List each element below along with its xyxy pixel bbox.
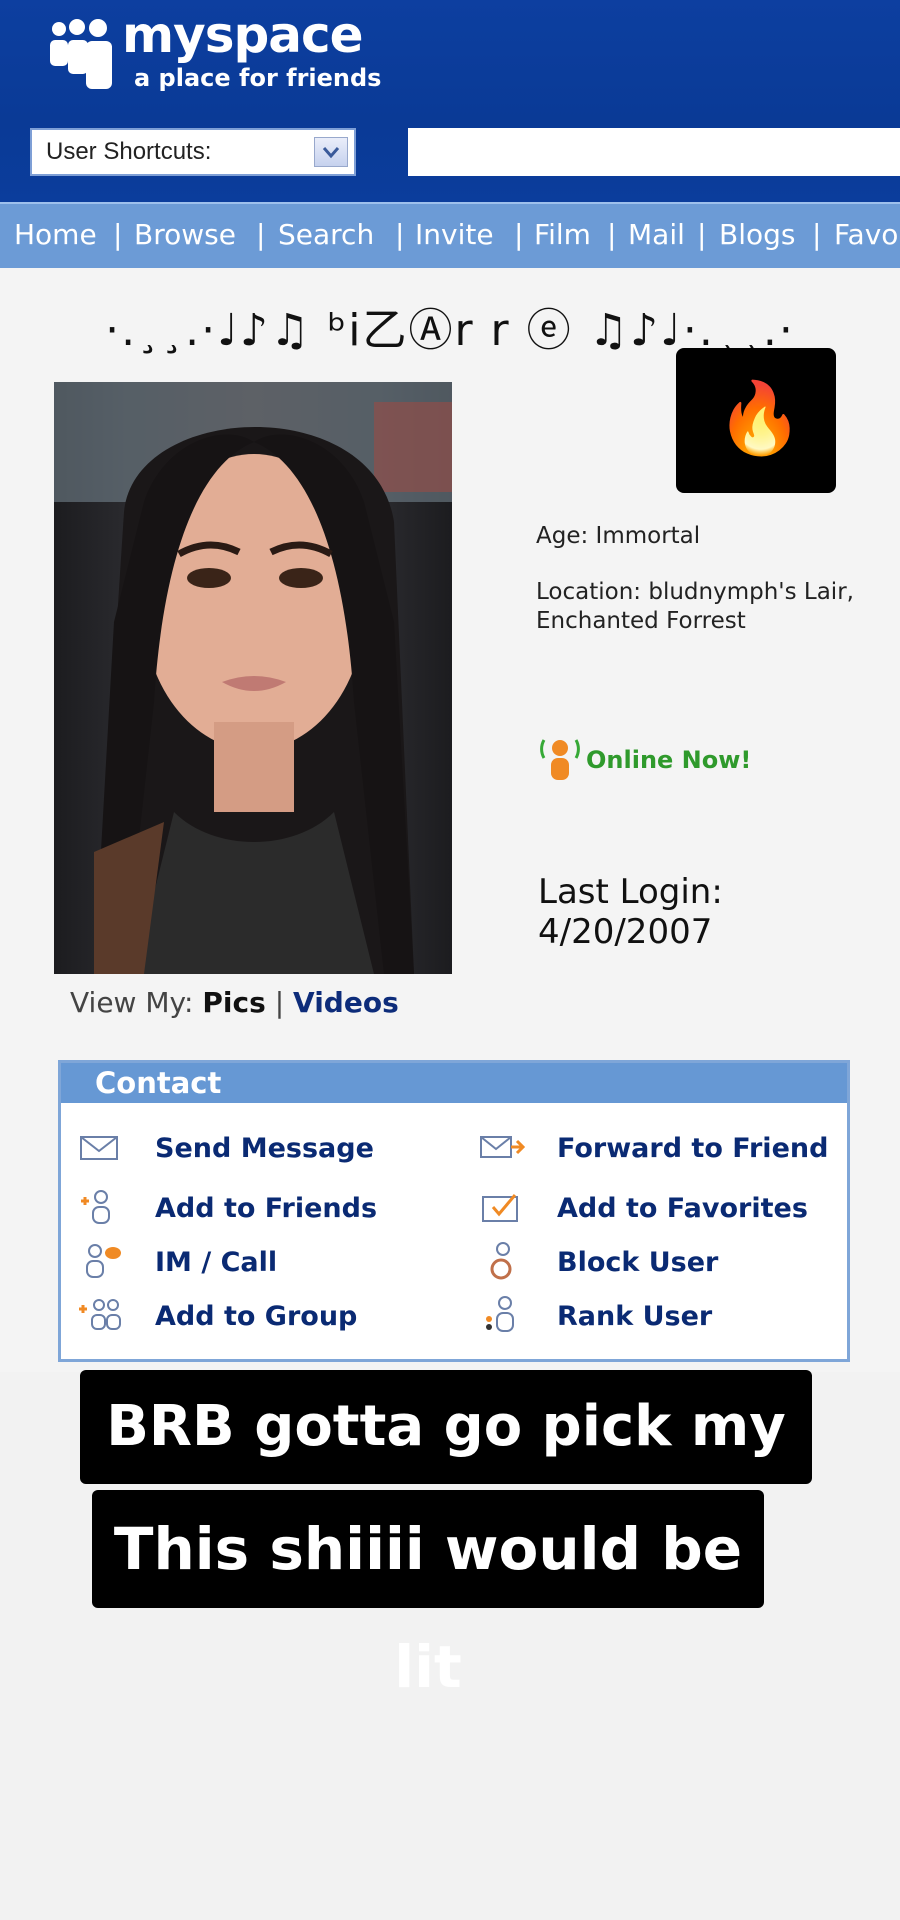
- logo-tagline: a place for friends: [134, 64, 382, 92]
- contact-box: Contact Send Message Forward to Friend A…: [58, 1060, 850, 1362]
- nav-home[interactable]: Home: [14, 218, 97, 251]
- chevron-down-icon[interactable]: [314, 137, 348, 167]
- search-input[interactable]: [408, 128, 900, 176]
- nav-invite[interactable]: Invite: [415, 218, 494, 251]
- add-to-group-label: Add to Group: [155, 1301, 358, 1332]
- nav-blogs[interactable]: Blogs: [719, 218, 795, 251]
- send-message-label: Send Message: [155, 1133, 374, 1164]
- nav-divider: |: [607, 218, 617, 251]
- nav-film[interactable]: Film: [534, 218, 591, 251]
- add-to-favorites-label: Add to Favorites: [557, 1193, 808, 1224]
- logo-text[interactable]: myspace: [122, 6, 364, 64]
- online-status-text: Online Now!: [586, 746, 752, 774]
- nav-search[interactable]: Search: [278, 218, 374, 251]
- nav-divider: |: [256, 218, 266, 251]
- location-text: Location: bludnymph's Lair, Enchanted Fo…: [536, 578, 854, 636]
- view-my-label: View My:: [70, 986, 194, 1019]
- forward-envelope-icon: [480, 1136, 525, 1158]
- view-my-links: View My: Pics | Videos: [70, 986, 399, 1019]
- pics-link[interactable]: Pics: [202, 986, 265, 1019]
- contact-title: Contact: [61, 1063, 847, 1103]
- online-now-badge: Online Now!: [536, 732, 751, 784]
- add-group-icon: [79, 1299, 121, 1330]
- block-user-icon: [490, 1242, 512, 1280]
- profile-photo[interactable]: [54, 382, 452, 974]
- location-line: Location: bludnymph's Lair,: [536, 579, 854, 605]
- user-shortcuts-select[interactable]: User Shortcuts:: [30, 128, 356, 176]
- nav-favorites[interactable]: Favo: [834, 218, 898, 251]
- online-person-icon: [540, 739, 580, 780]
- block-user-label: Block User: [557, 1247, 719, 1278]
- link-divider: |: [274, 986, 285, 1019]
- forward-to-friend-label: Forward to Friend: [557, 1133, 829, 1164]
- fire-sticker: 🔥: [676, 348, 836, 493]
- nav-divider: |: [697, 218, 707, 251]
- location-line: Enchanted Forrest: [536, 608, 746, 634]
- caption-line-2: This shiiii would be lit: [92, 1490, 764, 1701]
- videos-link[interactable]: Videos: [293, 986, 399, 1019]
- fire-icon: 🔥: [716, 377, 804, 459]
- rank-user-icon: [486, 1296, 514, 1332]
- nav-divider: |: [113, 218, 123, 251]
- user-shortcuts-label: User Shortcuts:: [46, 138, 212, 165]
- main-nav: Home | Browse | Search | Invite | Film |…: [0, 202, 900, 268]
- age-text: Age: Immortal: [536, 523, 701, 549]
- rank-user-label: Rank User: [557, 1301, 713, 1332]
- caption-line-1: BRB gotta go pick my song: [80, 1370, 812, 1573]
- add-to-friends-label: Add to Friends: [155, 1193, 378, 1224]
- last-login: Last Login: 4/20/2007: [538, 872, 723, 952]
- favorites-check-icon: [482, 1194, 518, 1222]
- nav-divider: |: [514, 218, 524, 251]
- nav-browse[interactable]: Browse: [134, 218, 236, 251]
- last-login-label: Last Login:: [538, 872, 723, 912]
- nav-divider: |: [395, 218, 405, 251]
- envelope-icon: [80, 1136, 118, 1160]
- nav-mail[interactable]: Mail: [628, 218, 685, 251]
- last-login-date: 4/20/2007: [538, 912, 713, 952]
- myspace-logo-icon[interactable]: [48, 18, 114, 92]
- im-call-label: IM / Call: [155, 1247, 278, 1278]
- site-header: myspace a place for friends User Shortcu…: [0, 0, 900, 202]
- im-call-icon: [86, 1244, 121, 1278]
- nav-divider: |: [812, 218, 822, 251]
- add-friend-icon: [81, 1190, 110, 1224]
- profile-photo-illustration: [54, 382, 452, 974]
